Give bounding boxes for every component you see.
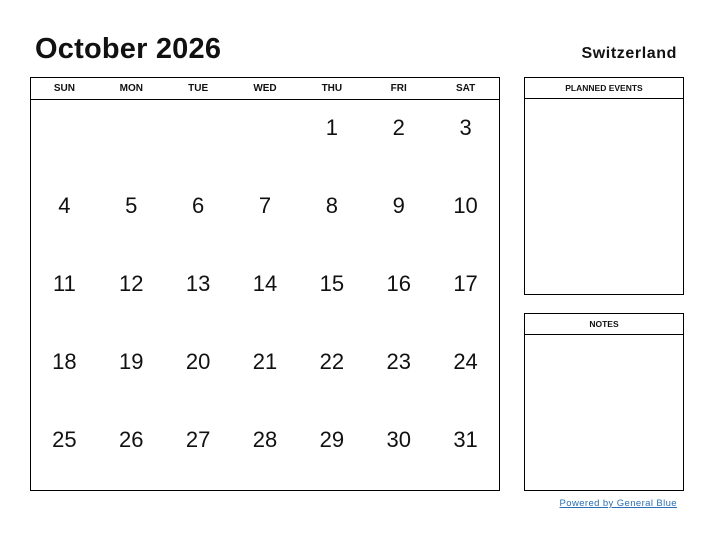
day-cell: 1 (325, 115, 338, 140)
calendar-grid: SUN MON TUE WED THU FRI SAT 1 2 3 4 5 6 7 8 9 10 1… (30, 77, 500, 491)
weekday-label: TUE (188, 83, 209, 94)
weekday-label: MON (119, 83, 143, 94)
day-cell: 4 (58, 193, 71, 218)
weekday-label: THU (321, 83, 343, 94)
day-cell: 20 (185, 349, 211, 374)
day-grid: 1 2 3 4 5 6 7 8 9 10 11 12 13 14 15 16 17 18 19 20 21 22 23 24 2… (31, 100, 499, 490)
notes-panel: NOTES (524, 313, 684, 491)
empty-day-cell (98, 100, 165, 178)
day-cell: 3 (459, 115, 472, 140)
day-cell: 17 (453, 271, 478, 296)
empty-day-cell (232, 100, 299, 178)
day-cell: 23 (386, 349, 411, 374)
day-cell: 15 (319, 271, 345, 296)
weekday-label: SUN (53, 83, 75, 94)
day-cell: 27 (185, 427, 211, 452)
day-cell: 24 (453, 349, 478, 374)
day-cell: 19 (119, 349, 144, 374)
day-cell: 5 (125, 193, 138, 218)
day-cell: 29 (319, 427, 345, 452)
day-cell: 7 (258, 193, 272, 218)
day-cell: 14 (252, 271, 278, 296)
planned-events-panel: PLANNED EVENTS (524, 77, 684, 295)
weekday-label: FRI (390, 83, 407, 94)
weekday-label: WED (253, 83, 277, 94)
day-cell: 10 (453, 193, 478, 218)
day-cell: 8 (325, 193, 338, 218)
country-label: Switzerland (581, 45, 677, 62)
day-cell: 25 (52, 427, 77, 452)
day-cell: 18 (52, 349, 77, 374)
day-cell: 26 (119, 427, 144, 452)
weekday-label: SAT (455, 83, 476, 94)
planned-events-heading: PLANNED EVENTS (525, 78, 683, 99)
day-cell: 2 (392, 115, 405, 140)
empty-day-cell (31, 100, 98, 178)
day-cell: 21 (252, 349, 278, 374)
day-cell: 16 (386, 271, 411, 296)
page-title: October 2026 (35, 33, 222, 65)
empty-day-cell (165, 100, 232, 178)
day-cell: 13 (185, 271, 211, 296)
weekday-header: SUN MON TUE WED THU FRI SAT (31, 78, 499, 100)
notes-heading: NOTES (525, 314, 683, 335)
day-cell: 12 (119, 271, 144, 296)
powered-by-link[interactable]: Powered by General Blue (560, 498, 677, 509)
day-cell: 22 (319, 349, 345, 374)
day-cell: 11 (53, 271, 76, 296)
day-cell: 28 (252, 427, 278, 452)
day-cell: 9 (392, 193, 405, 218)
day-cell: 31 (453, 427, 478, 452)
day-cell: 6 (192, 193, 205, 218)
day-cell: 30 (386, 427, 411, 452)
